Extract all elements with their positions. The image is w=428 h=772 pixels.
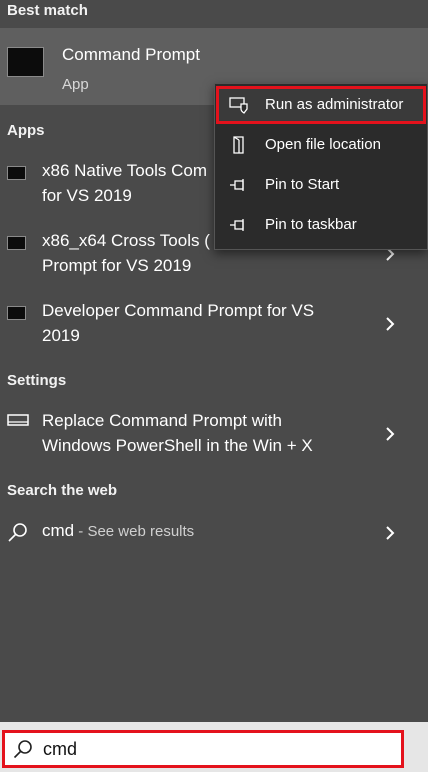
section-best-match: Best match [7, 2, 88, 19]
web-search-label: cmd - See web results [42, 521, 194, 541]
folder-icon [233, 136, 244, 154]
laptop-settings-icon [7, 414, 29, 426]
menu-item-pin-to-start[interactable]: Pin to Start [215, 166, 427, 204]
terminal-icon [7, 236, 26, 250]
search-input[interactable]: cmd [2, 730, 404, 768]
menu-item-label: Run as administrator [265, 96, 404, 113]
search-icon [13, 740, 32, 759]
pin-icon [230, 179, 244, 191]
setting-label: Replace Command Prompt with Windows Powe… [42, 411, 313, 455]
pin-icon [230, 219, 244, 231]
terminal-icon [7, 166, 26, 180]
chevron-right-icon[interactable] [382, 316, 398, 332]
app-label: x86_x64 Cross Tools ( Prompt for VS 2019 [42, 231, 210, 275]
web-query: cmd [42, 521, 75, 540]
search-icon [8, 523, 27, 542]
menu-item-label: Pin to Start [265, 176, 340, 193]
app-label: x86 Native Tools Com for VS 2019 [42, 161, 208, 205]
menu-item-run-as-administrator[interactable]: Run as administrator [215, 86, 427, 124]
chevron-right-icon[interactable] [382, 525, 398, 541]
context-menu: Run as administrator Open file location … [214, 83, 428, 250]
shield-icon [229, 97, 248, 114]
terminal-icon [7, 306, 26, 320]
list-item-app-developer-command-prompt[interactable]: Developer Command Prompt for VS 2019 [0, 298, 428, 353]
best-match-title: Command Prompt [62, 45, 200, 64]
menu-item-label: Pin to taskbar [265, 216, 357, 233]
menu-item-label: Open file location [265, 136, 381, 153]
menu-item-pin-to-taskbar[interactable]: Pin to taskbar [215, 206, 427, 244]
section-search-web: Search the web [7, 482, 118, 499]
best-match-subtitle: App [62, 76, 89, 93]
list-item-setting-replace-cmd[interactable]: Replace Command Prompt with Windows Powe… [0, 408, 428, 463]
search-input-value: cmd [43, 739, 78, 759]
section-settings: Settings [7, 372, 67, 389]
command-prompt-icon [7, 47, 44, 77]
section-apps: Apps [7, 122, 45, 139]
app-label: Developer Command Prompt for VS 2019 [42, 301, 315, 345]
chevron-right-icon[interactable] [382, 426, 398, 442]
taskbar-search-bar: cmd [0, 722, 428, 772]
menu-item-open-file-location[interactable]: Open file location [215, 126, 427, 164]
web-suffix: - See web results [74, 523, 195, 540]
